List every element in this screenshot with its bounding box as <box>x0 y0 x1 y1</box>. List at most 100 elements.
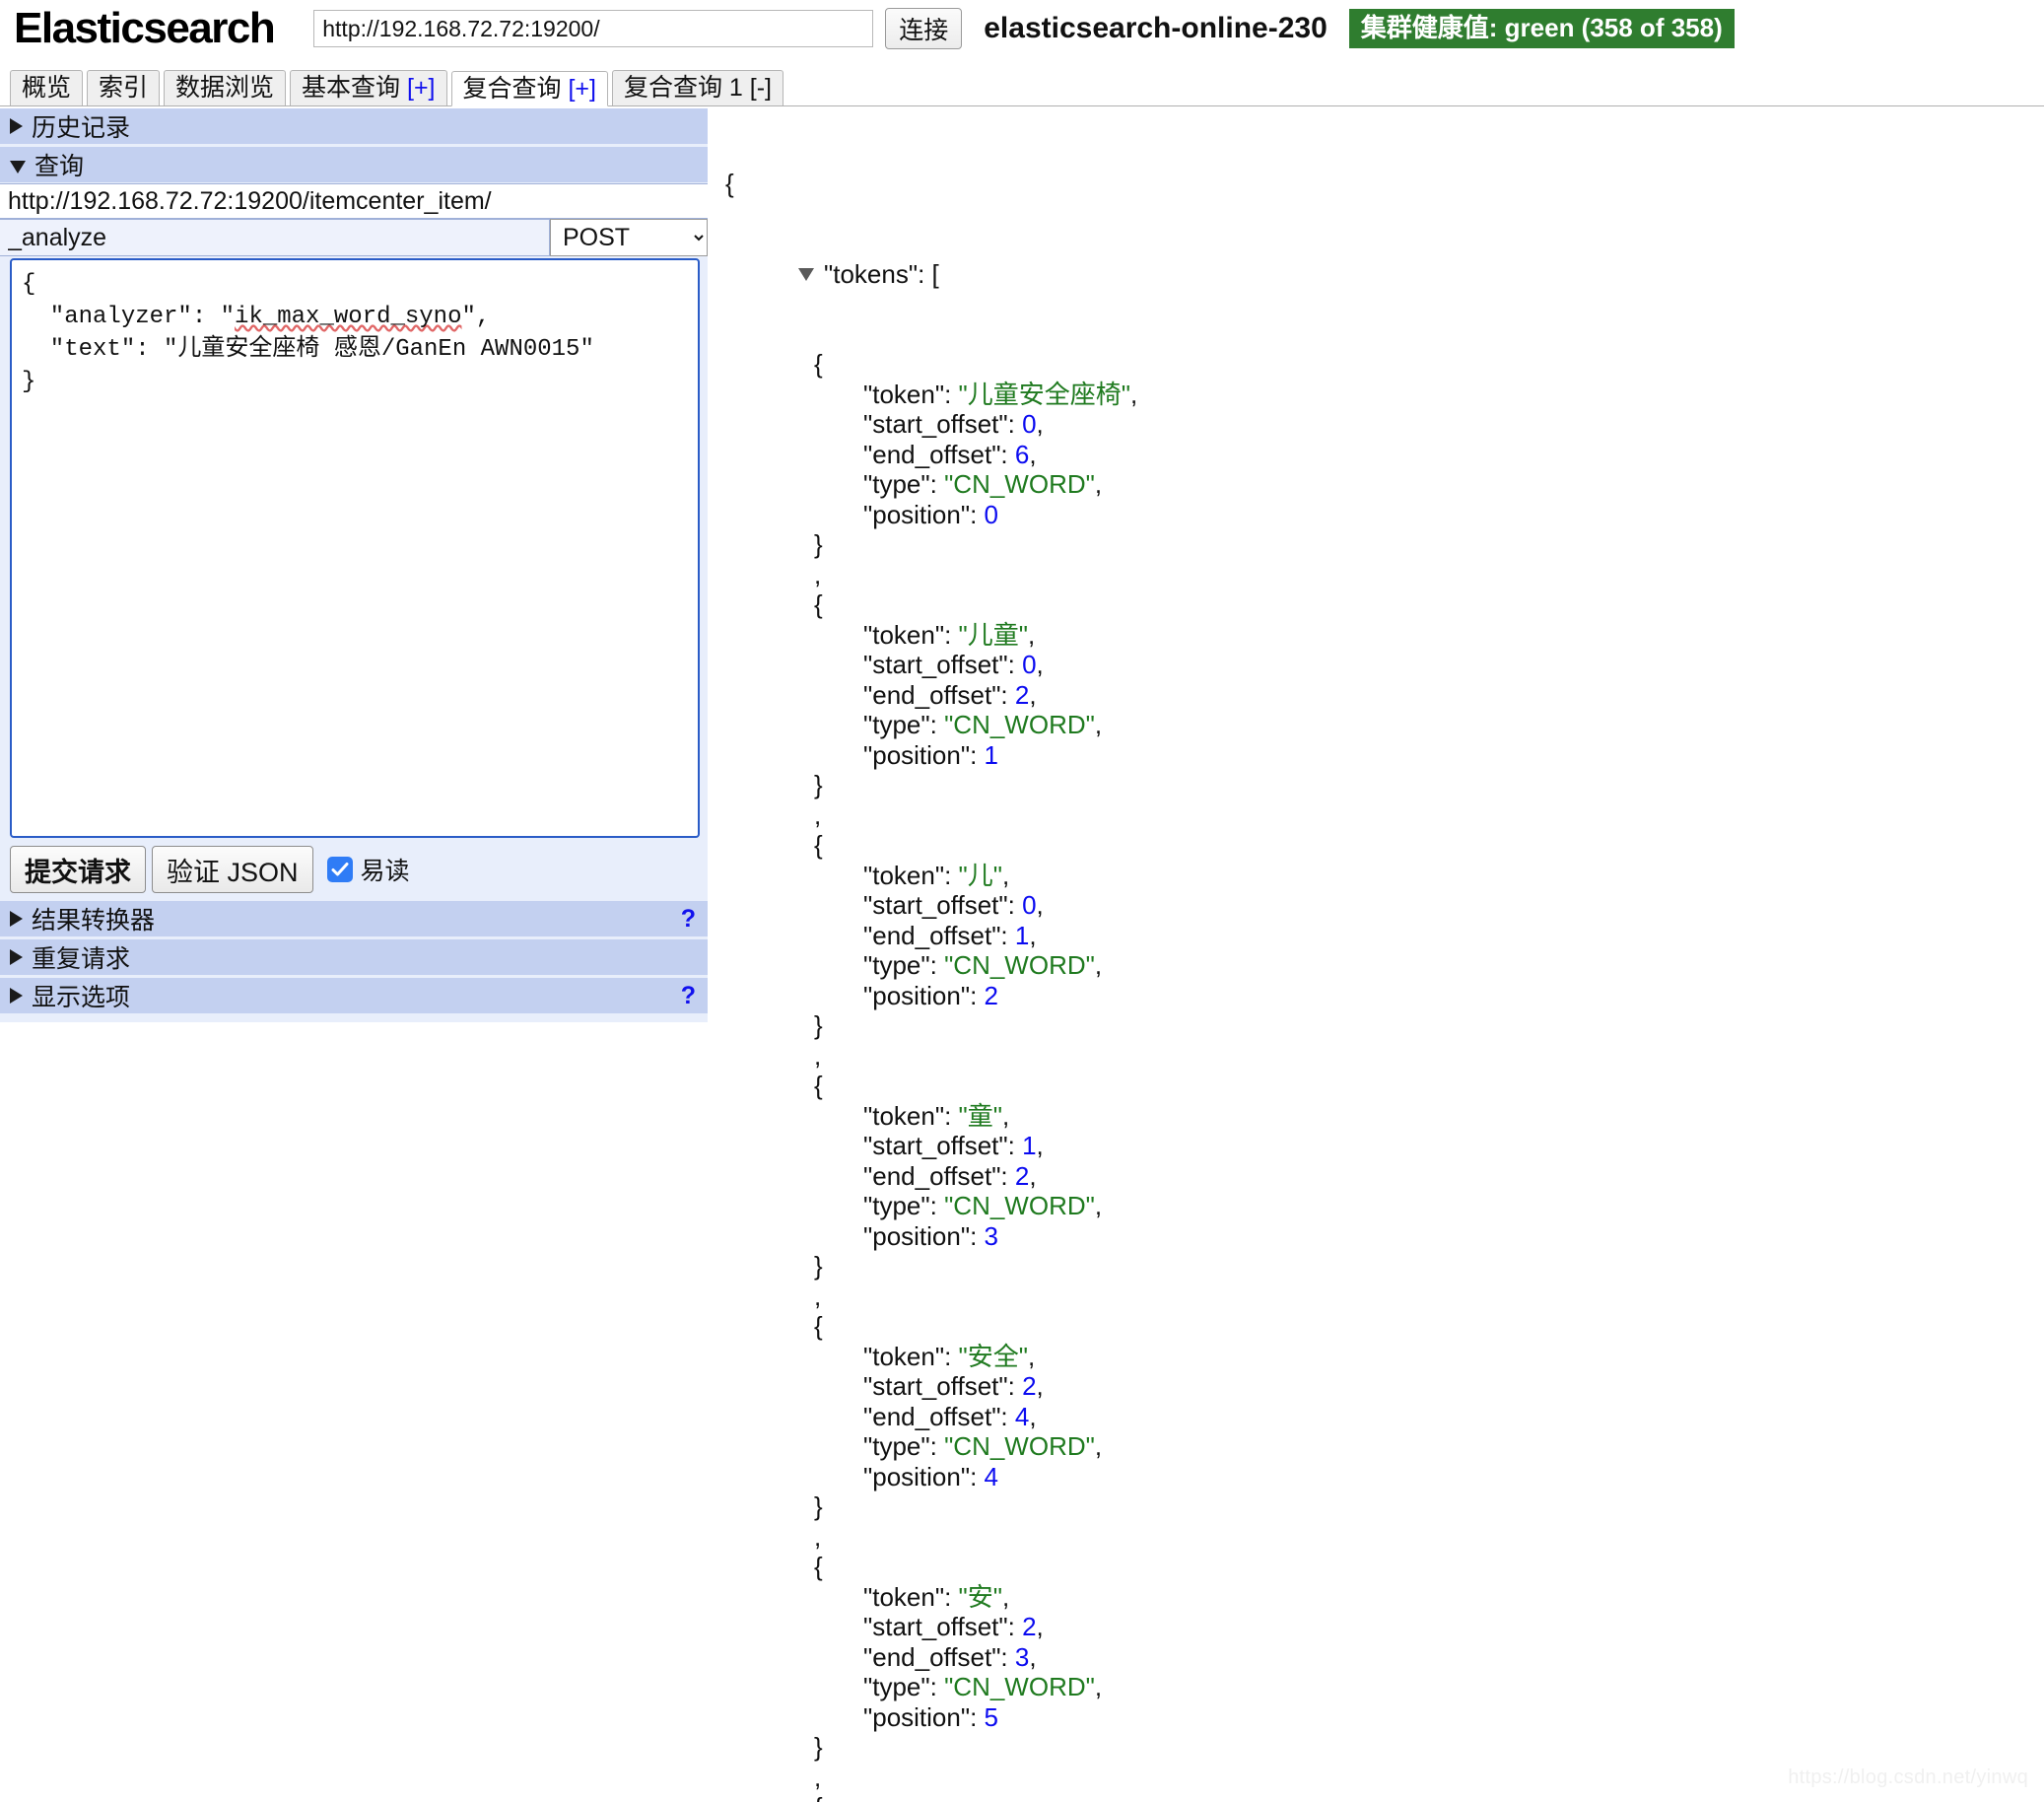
json-field-position: "position": 1 <box>715 740 2044 771</box>
json-value-position: 0 <box>985 500 998 529</box>
json-value-position: 3 <box>985 1221 998 1251</box>
pretty-print-checkbox[interactable]: 易读 <box>327 852 410 887</box>
json-key-type: "type": <box>863 1431 944 1461</box>
json-tokens-list: {"token": "儿童安全座椅","start_offset": 0,"en… <box>715 349 2044 1802</box>
json-field-position: "position": 0 <box>715 500 2044 530</box>
json-value-end-offset: 6 <box>1015 440 1029 469</box>
json-field-token: "token": "安全", <box>715 1342 2044 1372</box>
json-object-close: } <box>715 1010 2044 1041</box>
json-key-start-offset: "start_offset": <box>863 1131 1022 1160</box>
json-comma: , <box>1029 1402 1036 1431</box>
json-field-position: "position": 2 <box>715 981 2044 1011</box>
chevron-right-icon <box>10 988 23 1004</box>
section-result-transformer[interactable]: 结果转换器 ? <box>0 901 708 937</box>
json-comma: , <box>1037 409 1044 439</box>
json-key-type: "type": <box>863 1672 944 1701</box>
tab-basic-query[interactable]: 基本查询 [+] <box>290 70 446 105</box>
tab-composite-query-1[interactable]: 复合查询 1 [-] <box>612 70 784 105</box>
json-key-start-offset: "start_offset": <box>863 1371 1022 1401</box>
json-value-token: "儿童" <box>959 620 1028 650</box>
tab-indices[interactable]: 索引 <box>87 70 160 105</box>
json-field-type: "type": "CN_WORD", <box>715 1672 2044 1702</box>
json-object-open: { <box>715 830 2044 861</box>
json-value-token: "安" <box>959 1582 1002 1612</box>
json-field-end-offset: "end_offset": 2, <box>715 1161 2044 1192</box>
json-field-type: "type": "CN_WORD", <box>715 469 2044 500</box>
chevron-down-icon <box>10 161 26 173</box>
elasticsearch-head-app: Elasticsearch 连接 elasticsearch-online-23… <box>0 0 2044 1802</box>
json-value-start-offset: 0 <box>1022 409 1036 439</box>
section-history[interactable]: 历史记录 <box>0 108 708 145</box>
help-icon[interactable]: ? <box>681 905 696 934</box>
json-value-end-offset: 1 <box>1015 921 1029 950</box>
json-value-token: "童" <box>959 1101 1002 1131</box>
json-key-token: "token": <box>863 861 959 890</box>
json-value-token: "儿童安全座椅" <box>959 380 1130 409</box>
json-field-start-offset: "start_offset": 2, <box>715 1371 2044 1402</box>
json-key-token: "token": <box>863 1101 959 1131</box>
tab-composite-query[interactable]: 复合查询 [+] <box>451 71 608 106</box>
json-field-type: "type": "CN_WORD", <box>715 950 2044 981</box>
validate-json-button[interactable]: 验证 JSON <box>152 846 313 893</box>
tab-basic-query-plus[interactable]: [+] <box>407 74 436 102</box>
json-field-type: "type": "CN_WORD", <box>715 1191 2044 1221</box>
json-key-position: "position": <box>863 1702 985 1732</box>
json-value-type: "CN_WORD" <box>944 1431 1095 1461</box>
json-array-separator: , <box>715 800 2044 831</box>
request-url-row <box>0 183 708 219</box>
tab-basic-query-label: 基本查询 <box>302 74 407 102</box>
host-url-input[interactable] <box>313 10 873 47</box>
json-object-open: { <box>715 589 2044 620</box>
pretty-print-label: 易读 <box>361 852 410 887</box>
json-tokens-array-header[interactable]: "tokens": [ <box>715 259 2044 290</box>
json-field-start-offset: "start_offset": 0, <box>715 650 2044 680</box>
request-path-row: POST <box>0 219 708 256</box>
json-field-type: "type": "CN_WORD", <box>715 710 2044 740</box>
app-header: Elasticsearch 连接 elasticsearch-online-23… <box>0 0 2044 57</box>
json-key-end-offset: "end_offset": <box>863 921 1015 950</box>
request-url-input[interactable] <box>0 183 708 219</box>
query-sidebar: 历史记录 查询 POST { "analyzer": "ik_max_word_… <box>0 108 708 1022</box>
caret-down-icon[interactable] <box>798 268 814 281</box>
json-field-end-offset: "end_offset": 2, <box>715 680 2044 711</box>
json-object-close: } <box>715 1732 2044 1763</box>
json-key-token: "token": <box>863 1342 959 1371</box>
json-array-separator: , <box>715 1522 2044 1553</box>
json-comma: , <box>1028 620 1035 650</box>
json-comma: , <box>1029 921 1036 950</box>
submit-request-button[interactable]: 提交请求 <box>10 846 146 893</box>
json-comma: , <box>1095 1431 1102 1461</box>
tab-data-browse[interactable]: 数据浏览 <box>164 70 286 105</box>
request-body-textarea[interactable]: { "analyzer": "ik_max_word_syno", "text"… <box>10 258 700 838</box>
section-query[interactable]: 查询 <box>0 147 708 183</box>
json-field-type: "type": "CN_WORD", <box>715 1431 2044 1462</box>
json-value-position: 5 <box>985 1702 998 1732</box>
json-comma: , <box>1029 1161 1036 1191</box>
body-analyzer-value: ik_max_word_syno <box>235 304 461 330</box>
tab-overview[interactable]: 概览 <box>10 70 83 105</box>
tab-composite-query-plus[interactable]: [+] <box>568 75 596 103</box>
connect-button[interactable]: 连接 <box>885 8 962 49</box>
chevron-right-icon <box>10 949 23 965</box>
section-repeat-request[interactable]: 重复请求 <box>0 939 708 976</box>
json-comma: , <box>1037 890 1044 920</box>
json-field-position: "position": 3 <box>715 1221 2044 1252</box>
json-field-start-offset: "start_offset": 0, <box>715 890 2044 921</box>
help-icon[interactable]: ? <box>681 982 696 1010</box>
section-query-label: 查询 <box>34 147 84 182</box>
section-display-options[interactable]: 显示选项 ? <box>0 978 708 1014</box>
json-array-separator: , <box>715 1041 2044 1072</box>
json-field-end-offset: "end_offset": 3, <box>715 1642 2044 1673</box>
tab-composite-query-label: 复合查询 <box>463 75 569 103</box>
http-method-select[interactable]: POST <box>550 219 708 256</box>
body-line-2-pre: "analyzer": " <box>22 304 235 330</box>
json-value-end-offset: 2 <box>1015 680 1029 710</box>
json-key-end-offset: "end_offset": <box>863 1161 1015 1191</box>
json-value-start-offset: 0 <box>1022 650 1036 679</box>
json-value-position: 2 <box>985 981 998 1010</box>
request-path-input[interactable] <box>0 219 550 256</box>
json-comma: , <box>1029 680 1036 710</box>
json-key-position: "position": <box>863 1462 985 1491</box>
json-comma: , <box>1037 650 1044 679</box>
json-object-open: { <box>715 349 2044 380</box>
